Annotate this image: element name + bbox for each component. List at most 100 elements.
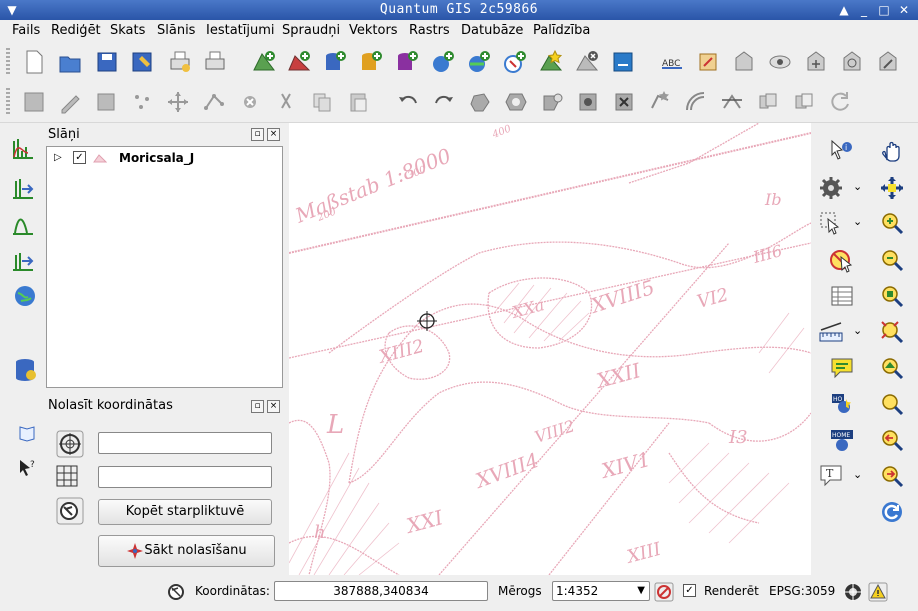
histogram-icon[interactable] (10, 135, 36, 161)
add-raster-icon[interactable] (285, 48, 313, 76)
book-icon[interactable] (17, 423, 37, 443)
new-bookmark-icon[interactable]: HO (829, 391, 855, 417)
add-part-icon[interactable] (538, 88, 566, 116)
menu-help[interactable]: Palīdzība (533, 23, 590, 38)
map-raster[interactable]: Maßstab 1:8000 200 300 400 XXa XVIII5 XI… (289, 123, 811, 575)
close-icon[interactable]: ✕ (896, 2, 912, 18)
globe-icon[interactable] (12, 283, 38, 309)
toggle-editing-icon[interactable] (56, 88, 84, 116)
save-layer-icon[interactable] (609, 48, 637, 76)
menu-plugins[interactable]: Spraudņi (282, 23, 340, 38)
attribute-table-icon[interactable] (829, 283, 855, 309)
zoom-full-icon[interactable] (879, 319, 905, 345)
rotate-label-icon[interactable] (838, 48, 866, 76)
scale-combobox[interactable]: 1:4352 ▼ (552, 581, 650, 601)
close-panel-icon[interactable]: × (267, 400, 280, 413)
add-spatialite-icon[interactable] (357, 48, 385, 76)
dropdown-arrow-icon[interactable]: ⌄ (853, 180, 862, 193)
zoom-last-icon[interactable] (879, 427, 905, 453)
offset-curve-icon[interactable] (682, 88, 710, 116)
visibility-labels-icon[interactable] (766, 48, 794, 76)
rotate-symbols-icon[interactable] (826, 88, 854, 116)
reshape-icon[interactable] (646, 88, 674, 116)
copy-to-clipboard-button[interactable]: Kopēt starpliktuvē (98, 499, 272, 525)
menu-view[interactable]: Skats (110, 23, 145, 38)
move-label-icon[interactable] (802, 48, 830, 76)
pan-to-selection-icon[interactable] (879, 175, 905, 201)
add-wms-icon[interactable] (429, 48, 457, 76)
add-ring-icon[interactable] (502, 88, 530, 116)
delete-part-icon[interactable] (610, 88, 638, 116)
add-postgis-icon[interactable] (321, 48, 349, 76)
undo-icon[interactable] (394, 88, 422, 116)
menu-edit[interactable]: Rediģēt (51, 23, 101, 38)
messages-warning-icon[interactable] (868, 582, 888, 602)
dropdown-arrow-icon[interactable]: ⌄ (853, 324, 862, 337)
shade-icon[interactable]: ▲ (836, 2, 852, 18)
open-project-icon[interactable] (56, 48, 84, 76)
save-as-icon[interactable] (128, 48, 156, 76)
stop-render-icon[interactable] (654, 582, 674, 602)
zoom-out-icon[interactable] (879, 247, 905, 273)
deselect-icon[interactable] (829, 247, 855, 273)
layer-visibility-checkbox[interactable]: ✓ (73, 151, 86, 164)
menu-layer[interactable]: Slānis (157, 23, 195, 38)
coordinates-field[interactable]: 387888,340834 (274, 581, 488, 601)
labeling-icon[interactable]: ABC (658, 48, 686, 76)
coordinate-field-2[interactable] (98, 466, 272, 488)
copy-features-icon[interactable] (308, 88, 336, 116)
chevron-down-icon[interactable]: ▼ (637, 582, 645, 600)
histogram-stretch-icon[interactable] (10, 175, 36, 201)
pin-labels-icon[interactable] (694, 48, 722, 76)
dropdown-arrow-icon[interactable]: ⌄ (853, 215, 862, 228)
actions-icon[interactable] (818, 175, 844, 201)
redo-icon[interactable] (430, 88, 458, 116)
float-panel-icon[interactable]: ▫ (251, 400, 264, 413)
menu-database[interactable]: Datubāze (461, 23, 523, 38)
local-histogram-icon[interactable] (10, 211, 36, 237)
render-checkbox[interactable]: ✓ (683, 584, 696, 597)
measure-icon[interactable] (818, 319, 844, 345)
map-canvas[interactable]: Maßstab 1:8000 200 300 400 XXa XVIII5 XI… (289, 123, 811, 575)
refresh-icon[interactable] (879, 499, 905, 525)
coordinate-field-1[interactable] (98, 432, 272, 454)
print-icon[interactable] (201, 48, 229, 76)
show-bookmarks-icon[interactable]: HOME (829, 427, 855, 453)
stretch-histogram-icon[interactable] (10, 247, 36, 273)
layer-name[interactable]: Moricsala_J (119, 151, 194, 165)
menu-raster[interactable]: Rastrs (409, 23, 450, 38)
map-tips-icon[interactable] (829, 355, 855, 381)
add-wcs-icon[interactable] (465, 48, 493, 76)
zoom-layer-icon[interactable] (879, 355, 905, 381)
add-vector-icon[interactable] (250, 48, 278, 76)
menu-settings[interactable]: Iestatījumi (206, 23, 275, 38)
select-features-icon[interactable] (818, 210, 844, 236)
projection-icon[interactable] (843, 582, 863, 602)
coordinate-toggle-icon[interactable] (166, 582, 186, 602)
node-tool-icon[interactable] (200, 88, 228, 116)
epsg-label[interactable]: EPSG:3059 (769, 584, 835, 598)
merge-features-icon[interactable] (754, 88, 782, 116)
map-crs-icon[interactable] (56, 497, 84, 525)
show-hide-labels-icon[interactable] (730, 48, 758, 76)
identify-icon[interactable]: i (829, 138, 855, 164)
new-project-icon[interactable] (20, 48, 48, 76)
float-panel-icon[interactable]: ▫ (251, 128, 264, 141)
expand-icon[interactable]: ▷ (54, 152, 62, 163)
delete-ring-icon[interactable] (574, 88, 602, 116)
start-capture-button[interactable]: Sākt nolasīšanu (98, 535, 275, 567)
move-feature-icon[interactable] (164, 88, 192, 116)
text-annotation-icon[interactable]: T (818, 463, 844, 489)
save-layer-edits-icon[interactable] (92, 88, 120, 116)
new-layer-icon[interactable] (537, 48, 565, 76)
remove-layer-icon[interactable] (573, 48, 601, 76)
database-icon[interactable] (12, 356, 38, 382)
zoom-in-icon[interactable] (879, 210, 905, 236)
cut-features-icon[interactable] (272, 88, 300, 116)
simplify-icon[interactable] (466, 88, 494, 116)
maximize-icon[interactable]: □ (876, 2, 892, 18)
menu-vector[interactable]: Vektors (349, 23, 398, 38)
save-project-icon[interactable] (93, 48, 121, 76)
pan-icon[interactable] (879, 138, 905, 164)
zoom-to-selection-icon[interactable] (879, 283, 905, 309)
